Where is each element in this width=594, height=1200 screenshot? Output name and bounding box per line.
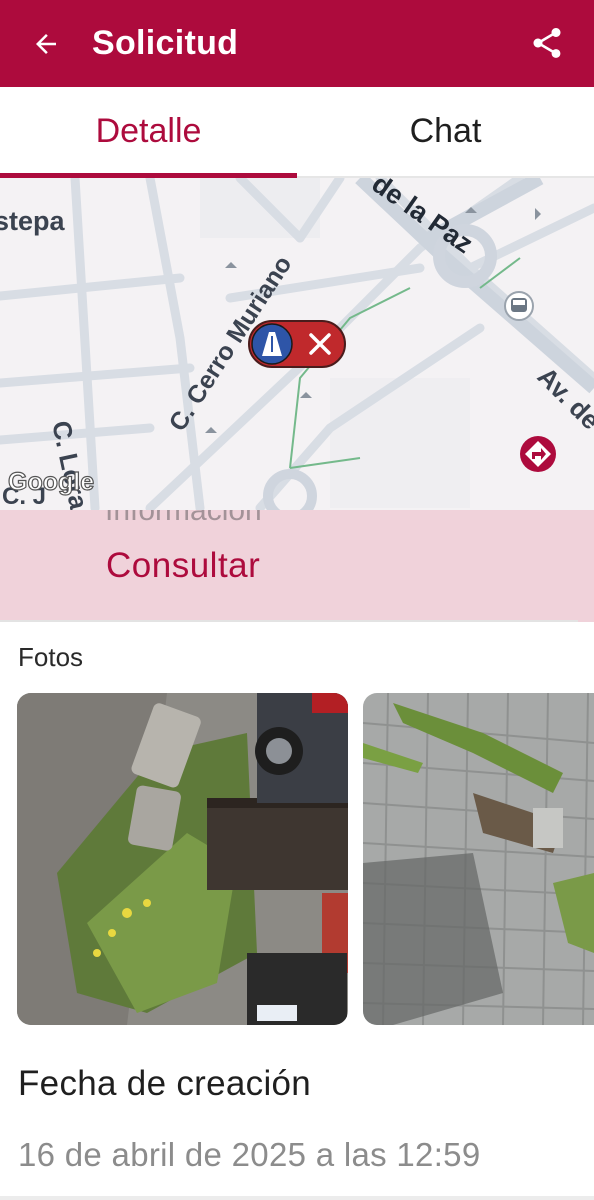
- fecha-creacion-value: 16 de abril de 2025 a las 12:59: [18, 1136, 481, 1173]
- divider: [0, 620, 578, 622]
- issue-marker: [248, 320, 346, 368]
- road-icon: [251, 323, 293, 365]
- map-street-label: stepa: [0, 206, 66, 236]
- directions-icon: [520, 436, 556, 472]
- share-button[interactable]: [518, 14, 576, 72]
- back-button[interactable]: [18, 16, 74, 72]
- photo-2[interactable]: [363, 693, 594, 1025]
- bottom-divider: [0, 1196, 594, 1200]
- tab-detalle[interactable]: Detalle: [0, 87, 297, 178]
- fecha-creacion-label: Fecha de creación: [18, 1064, 312, 1103]
- photos-label: Fotos: [18, 642, 84, 672]
- photo-1[interactable]: [17, 693, 348, 1025]
- consult-section: Información Consultar: [0, 510, 594, 622]
- app-bar: Solicitud: [0, 0, 594, 87]
- consultar-button[interactable]: Consultar: [0, 510, 594, 622]
- bus-stop-icon: [504, 291, 534, 321]
- tab-bar: Detalle Chat: [0, 87, 594, 178]
- page-title: Solicitud: [92, 24, 239, 62]
- tab-chat[interactable]: Chat: [297, 87, 594, 176]
- google-watermark: Google: [8, 468, 94, 496]
- arrow-left-icon: [36, 33, 56, 54]
- map-view[interactable]: stepa C. Lora del Río C. Cerro Muriano d…: [0, 178, 594, 510]
- share-icon: [533, 28, 561, 58]
